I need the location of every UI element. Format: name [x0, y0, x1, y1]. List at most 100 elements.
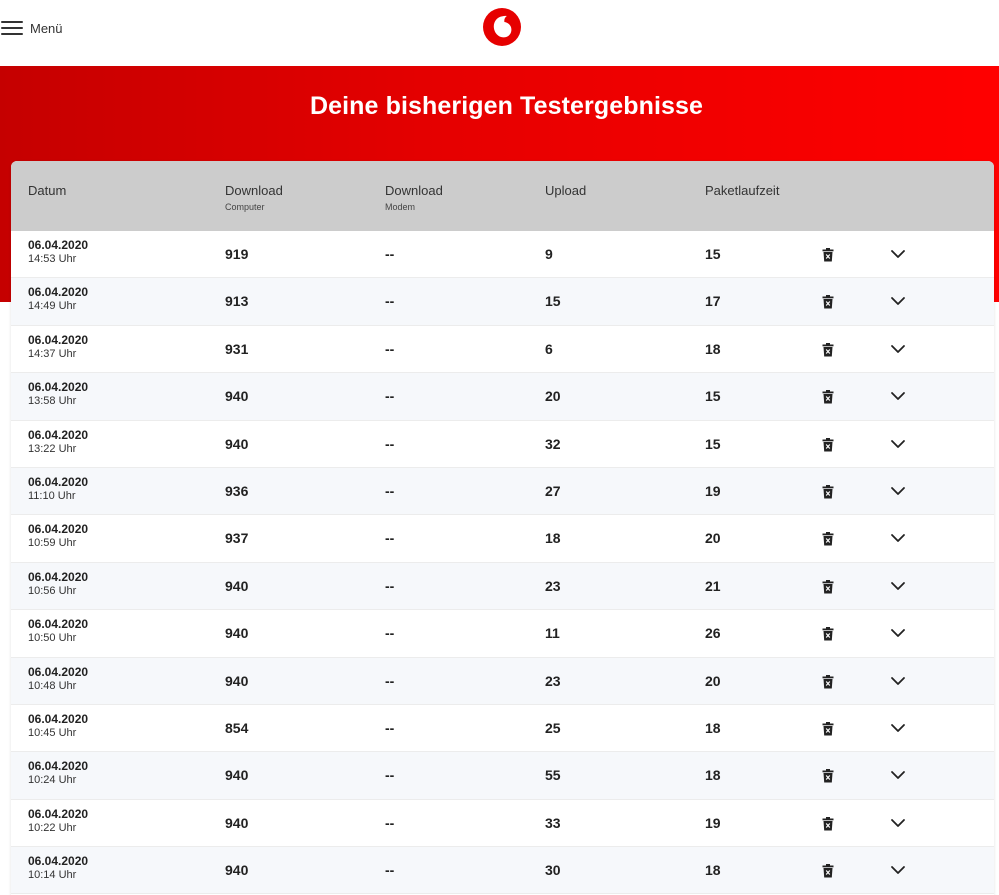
- row-download-computer: 940: [225, 814, 249, 831]
- row-download-modem: --: [385, 388, 395, 405]
- column-header-download-computer-label: Download: [225, 183, 283, 198]
- row-date-value: 06.04.2020: [28, 759, 89, 774]
- row-download-computer: 854: [225, 719, 249, 736]
- chevron-down-icon[interactable]: [890, 722, 906, 734]
- row-date: 06.04.2020 14:49 Uhr: [28, 285, 88, 313]
- column-header-download-modem: Download Modem: [385, 183, 443, 215]
- chevron-down-icon[interactable]: [890, 769, 906, 781]
- trash-icon[interactable]: [822, 484, 834, 499]
- trash-icon[interactable]: [822, 390, 834, 404]
- row-date: 06.04.2020 10:59 Uhr: [28, 522, 88, 550]
- row-upload: 55: [545, 767, 561, 784]
- row-latency: 15: [705, 435, 721, 452]
- table-row[interactable]: 06.04.2020 10:22 Uhr 940 -- 33 19: [11, 800, 994, 848]
- chevron-down-icon[interactable]: [890, 438, 906, 450]
- row-latency: 15: [705, 246, 721, 262]
- row-time-value: 14:37 Uhr: [28, 347, 77, 360]
- row-date-value: 06.04.2020: [28, 238, 89, 252]
- table-row[interactable]: 06.04.2020 14:37 Uhr 931 -- 6 18: [11, 326, 994, 374]
- trash-icon[interactable]: [822, 674, 834, 689]
- chevron-down-icon[interactable]: [890, 343, 906, 355]
- row-upload: 25: [545, 719, 561, 736]
- row-time-value: 13:22 Uhr: [28, 442, 77, 455]
- chevron-down-icon[interactable]: [890, 864, 906, 876]
- chevron-down-icon[interactable]: [890, 485, 906, 497]
- column-header-date: Datum: [28, 183, 66, 198]
- trash-icon[interactable]: [822, 342, 834, 357]
- table-row[interactable]: 06.04.2020 14:49 Uhr 913 -- 15 17: [11, 278, 994, 326]
- row-time-value: 10:48 Uhr: [28, 679, 77, 692]
- row-download-computer: 936: [225, 482, 249, 499]
- row-latency: 18: [705, 767, 721, 784]
- trash-icon[interactable]: [822, 769, 834, 783]
- table-row[interactable]: 06.04.2020 10:14 Uhr 940 -- 30 18: [11, 847, 994, 895]
- row-date: 06.04.2020 13:22 Uhr: [28, 428, 88, 456]
- page-title: Deine bisherigen Testergebnisse: [309, 92, 704, 120]
- row-date: 06.04.2020 10:56 Uhr: [28, 570, 88, 598]
- chevron-down-icon[interactable]: [890, 532, 906, 544]
- row-time-value: 11:10 Uhr: [28, 489, 76, 502]
- chevron-down-icon[interactable]: [890, 675, 906, 687]
- row-date-value: 06.04.2020: [28, 664, 89, 679]
- row-download-computer: 931: [225, 340, 249, 357]
- trash-icon[interactable]: [822, 532, 834, 546]
- trash-icon[interactable]: [822, 248, 834, 262]
- table-row[interactable]: 06.04.2020 11:10 Uhr 936 -- 27 19: [11, 467, 994, 516]
- chevron-down-icon[interactable]: [890, 248, 906, 260]
- row-download-modem: --: [385, 435, 395, 452]
- row-time-value: 13:58 Uhr: [28, 395, 77, 408]
- row-time-value: 14:53 Uhr: [28, 253, 77, 265]
- table-row[interactable]: 06.04.2020 10:24 Uhr 940 -- 55 18: [11, 752, 994, 800]
- column-header-download-computer-sublabel: Computer: [225, 202, 265, 212]
- table-row[interactable]: 06.04.2020 10:59 Uhr 937 -- 18 20: [11, 515, 994, 563]
- table-row[interactable]: 06.04.2020 13:58 Uhr 940 -- 20 15: [11, 373, 994, 421]
- row-time-value: 10:22 Uhr: [28, 821, 77, 834]
- row-latency: 17: [705, 293, 721, 310]
- row-date-value: 06.04.2020: [28, 806, 89, 821]
- row-date-value: 06.04.2020: [28, 427, 89, 442]
- row-upload: 27: [545, 482, 561, 499]
- table-row[interactable]: 06.04.2020 10:48 Uhr 940 -- 23 20: [11, 657, 994, 705]
- table-row[interactable]: 06.04.2020 10:56 Uhr 940 -- 23 21: [11, 562, 994, 611]
- trash-icon[interactable]: [822, 816, 834, 831]
- chevron-down-icon[interactable]: [890, 627, 906, 639]
- column-header-upload-label: Upload: [545, 183, 587, 198]
- vodafone-logo-icon[interactable]: [482, 7, 522, 47]
- row-time-value: 10:56 Uhr: [28, 584, 77, 597]
- row-upload: 32: [545, 435, 561, 452]
- row-upload: 18: [545, 530, 561, 547]
- chevron-down-icon[interactable]: [890, 295, 906, 307]
- row-date-value: 06.04.2020: [28, 854, 89, 869]
- trash-icon[interactable]: [822, 627, 834, 641]
- row-date-value: 06.04.2020: [28, 711, 89, 726]
- row-download-modem: --: [385, 293, 395, 310]
- trash-icon[interactable]: [822, 721, 834, 736]
- row-date: 06.04.2020 10:45 Uhr: [28, 712, 88, 740]
- row-date-value: 06.04.2020: [28, 285, 89, 300]
- table-row[interactable]: 06.04.2020 10:50 Uhr 940 -- 11 26: [11, 610, 994, 658]
- column-header-latency-label: Paketlaufzeit: [705, 183, 780, 198]
- menu-button[interactable]: Menü: [0, 14, 63, 42]
- column-header-download-modem-label: Download: [385, 183, 443, 198]
- table-header: Datum Download Computer Download Modem U…: [11, 161, 994, 231]
- trash-icon[interactable]: [822, 437, 834, 452]
- row-download-computer: 940: [225, 672, 249, 689]
- menu-label: Menü: [30, 20, 63, 36]
- row-download-modem: --: [385, 625, 395, 642]
- trash-icon[interactable]: [822, 864, 834, 878]
- trash-icon[interactable]: [822, 295, 834, 309]
- chevron-down-icon[interactable]: [890, 817, 906, 829]
- table-row[interactable]: 06.04.2020 10:45 Uhr 854 -- 25 18: [11, 705, 994, 753]
- chevron-down-icon[interactable]: [890, 390, 906, 402]
- row-download-modem: --: [385, 814, 395, 831]
- table-row[interactable]: 06.04.2020 14:53 Uhr 919 -- 9 15: [11, 231, 994, 279]
- row-date: 06.04.2020 10:22 Uhr: [28, 807, 88, 835]
- row-date-value: 06.04.2020: [28, 617, 89, 632]
- row-time-value: 10:50 Uhr: [28, 632, 77, 645]
- table-row[interactable]: 06.04.2020 13:22 Uhr 940 -- 32 15: [11, 421, 994, 468]
- row-download-modem: --: [385, 482, 395, 499]
- top-bar: Menü: [0, 0, 999, 66]
- column-header-date-label: Datum: [28, 183, 67, 198]
- chevron-down-icon[interactable]: [890, 580, 906, 592]
- trash-icon[interactable]: [822, 579, 834, 594]
